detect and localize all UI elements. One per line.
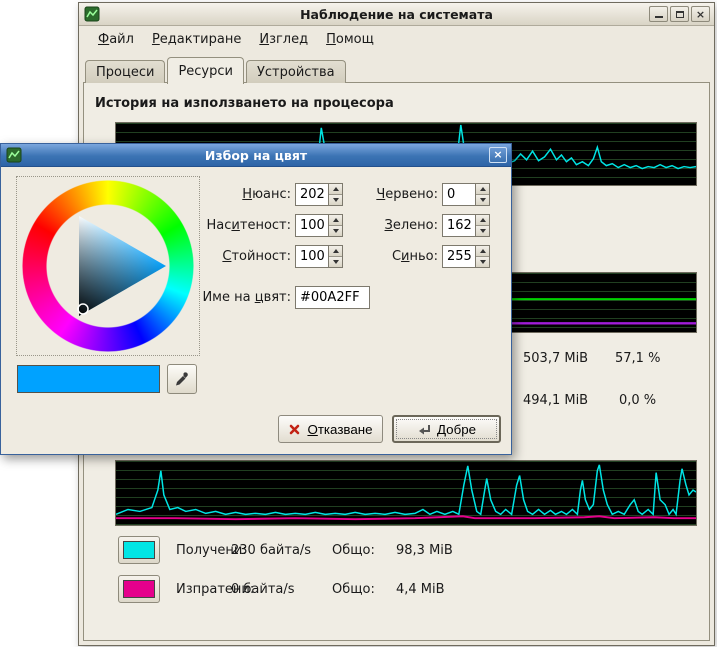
green-spinbox[interactable] <box>442 214 490 237</box>
memory-used-amount: 503,7 MiB <box>523 351 588 366</box>
spin-up-button[interactable] <box>476 246 489 257</box>
maximize-button[interactable] <box>670 6 689 22</box>
network-out-line <box>116 516 696 519</box>
menu-file[interactable]: Файл <box>89 29 143 50</box>
memory-used-percent: 57,1 % <box>615 351 660 366</box>
dialog-titlebar[interactable]: Избор на цвят × <box>1 144 511 167</box>
blue-spinbox[interactable] <box>442 245 490 268</box>
spin-up-icon <box>480 187 486 191</box>
color-name-input[interactable] <box>295 286 370 309</box>
minimize-icon <box>655 11 663 18</box>
saturation-value-triangle[interactable] <box>22 180 194 352</box>
tab-devices[interactable]: Устройства <box>246 60 346 83</box>
saturation-label: Наситеност: <box>141 218 291 233</box>
sent-total-label: Общо: <box>332 582 375 597</box>
red-label: Червено: <box>308 187 438 202</box>
tab-processes[interactable]: Процеси <box>85 60 165 83</box>
spin-up-icon <box>480 218 486 222</box>
received-color-button[interactable] <box>118 536 160 564</box>
network-history-chart <box>115 460 697 526</box>
spin-down-icon <box>480 260 486 264</box>
menu-help[interactable]: Помощ <box>317 29 383 50</box>
green-input[interactable] <box>443 215 475 236</box>
sent-total: 4,4 MiB <box>396 582 445 597</box>
menubar: Файл Редактиране Изглед Помощ <box>81 27 712 51</box>
color-preview <box>17 365 160 393</box>
eyedropper-icon <box>174 371 190 387</box>
spin-down-icon <box>480 198 486 202</box>
cpu-section-heading: История на използването на процесора <box>95 96 394 111</box>
swap-used-amount: 494,1 MiB <box>523 393 588 408</box>
sent-rate: 0 байта/s <box>231 582 295 597</box>
spin-up-button[interactable] <box>476 184 489 195</box>
color-wheel-area[interactable] <box>16 176 200 356</box>
red-spinbox[interactable] <box>442 183 490 206</box>
close-button[interactable]: × <box>691 6 710 22</box>
cancel-icon <box>288 423 301 436</box>
ok-button[interactable]: Добре <box>392 415 501 443</box>
green-label: Зелено: <box>308 218 438 233</box>
spin-down-icon <box>480 229 486 233</box>
dialog-close-icon: × <box>493 148 502 161</box>
spin-down-button[interactable] <box>476 257 489 267</box>
hue-label: Нюанс: <box>141 187 291 202</box>
close-icon: × <box>696 8 705 21</box>
received-total-label: Общо: <box>332 543 375 558</box>
ok-icon <box>417 423 431 436</box>
received-color-swatch <box>123 541 155 559</box>
spin-up-button[interactable] <box>476 215 489 226</box>
color-name-label: Име на цвят: <box>141 290 291 305</box>
color-picker-dialog: Избор на цвят × <box>0 143 512 455</box>
sent-color-button[interactable] <box>118 575 160 603</box>
minimize-button[interactable] <box>649 6 668 22</box>
received-rate: 230 байта/s <box>231 543 311 558</box>
maximize-icon <box>676 11 684 18</box>
cancel-button[interactable]: Отказване <box>278 415 383 443</box>
menu-edit[interactable]: Редактиране <box>143 29 250 50</box>
dialog-close-button[interactable]: × <box>489 147 507 163</box>
network-in-line <box>116 465 696 514</box>
notebook-tabs: Процеси Ресурси Устройства <box>85 56 348 83</box>
tab-resources[interactable]: Ресурси <box>167 57 244 84</box>
blue-label: Синьо: <box>308 249 438 264</box>
swap-used-percent: 0,0 % <box>619 393 656 408</box>
main-titlebar[interactable]: Наблюдение на системата × <box>79 3 714 26</box>
received-total: 98,3 MiB <box>396 543 453 558</box>
spin-down-button[interactable] <box>476 195 489 205</box>
red-input[interactable] <box>443 184 475 205</box>
sent-color-swatch <box>123 580 155 598</box>
menu-view[interactable]: Изглед <box>250 29 317 50</box>
spin-up-icon <box>480 249 486 253</box>
value-label: Стойност: <box>141 249 291 264</box>
blue-input[interactable] <box>443 246 475 267</box>
spin-down-button[interactable] <box>476 226 489 236</box>
window-title: Наблюдение на системата <box>79 7 714 22</box>
dialog-title: Избор на цвят <box>1 148 511 163</box>
eyedropper-button[interactable] <box>167 364 197 394</box>
